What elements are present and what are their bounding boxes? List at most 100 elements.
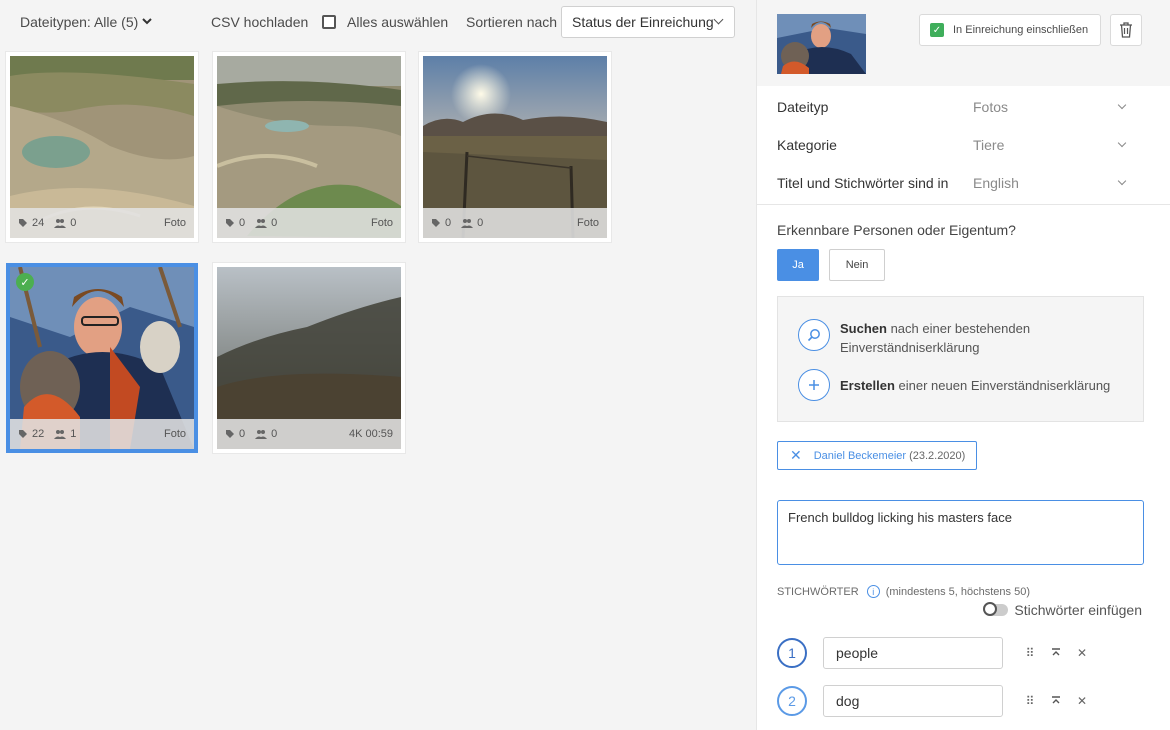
people-count: 0 xyxy=(255,428,277,440)
release-date: (23.2.2020) xyxy=(909,449,966,462)
asset-tile[interactable]: 0 0 Foto xyxy=(419,52,611,242)
tag-icon xyxy=(432,219,440,227)
recognizable-question: Erkennbare Personen oder Eigentum? xyxy=(777,222,1016,238)
tile-info-bar: 0 0 Foto xyxy=(423,208,607,238)
no-button[interactable]: Nein xyxy=(829,249,885,281)
remove-keyword-icon[interactable]: ✕ xyxy=(1069,694,1095,708)
toggle-switch-icon xyxy=(983,602,1009,616)
select-all-checkbox[interactable]: Alles auswählen xyxy=(322,14,448,30)
toolbar: Dateitypen: Alle (5) CSV hochladen Alles… xyxy=(0,0,756,44)
csv-upload-button[interactable]: CSV hochladen xyxy=(211,14,308,30)
move-to-top-icon[interactable] xyxy=(1043,694,1069,708)
keywords-hint: (mindestens 5, höchstens 50) xyxy=(885,585,1030,598)
drag-handle-icon[interactable]: ⠿ xyxy=(1017,646,1043,660)
asset-tile[interactable]: 0 0 4K 00:59 xyxy=(213,263,405,453)
field-value: Tiere xyxy=(973,137,1005,153)
yes-button[interactable]: Ja xyxy=(777,249,819,281)
create-bold: Erstellen xyxy=(840,377,895,393)
people-count: 1 xyxy=(54,428,76,440)
chevron-down-icon xyxy=(1117,138,1127,148)
keyword-row: 1 people ⠿ ✕ xyxy=(777,636,1097,670)
release-person-name: Daniel Beckemeier xyxy=(813,449,907,462)
asset-type-label: Foto xyxy=(370,217,393,229)
search-bold: Suchen xyxy=(840,321,887,336)
keyword-index: 2 xyxy=(777,686,807,716)
keyword-count: 0 xyxy=(431,217,451,229)
language-dropdown[interactable]: Titel und Stichwörter sind in English xyxy=(777,168,1141,198)
keyword-count: 24 xyxy=(18,217,44,229)
filetype-dropdown[interactable]: Dateityp Fotos xyxy=(777,92,1141,122)
info-icon[interactable]: i xyxy=(866,585,880,598)
divider xyxy=(757,204,1170,205)
checkbox-icon xyxy=(322,15,336,29)
keyword-count: 22 xyxy=(18,428,44,440)
create-text: einer neuen Einverständniserklärung xyxy=(894,377,1111,393)
delete-button[interactable] xyxy=(1110,14,1142,46)
chevron-down-icon xyxy=(713,14,724,25)
include-label: In Einreichung einschließen xyxy=(953,24,1089,36)
sort-dropdown-value: Status der Einreichung xyxy=(572,14,714,30)
chevron-down-icon xyxy=(142,17,153,28)
create-release-link[interactable]: Erstellen einer neuen Einverständniserkl… xyxy=(798,369,1110,401)
sort-label: Sortieren nach xyxy=(466,14,558,30)
tag-icon xyxy=(19,219,27,227)
keywords-title: STICHWÖRTER xyxy=(777,585,859,598)
details-panel: ✓ In Einreichung einschließen Dateityp F… xyxy=(756,0,1170,730)
chevron-down-icon xyxy=(1117,176,1127,186)
people-icon xyxy=(461,219,474,228)
tag-icon xyxy=(226,430,234,438)
asset-tile[interactable]: 24 0 Foto xyxy=(6,52,198,242)
asset-tile[interactable]: 0 0 Foto xyxy=(213,52,405,242)
selected-asset-preview xyxy=(777,14,866,74)
asset-type-label: 4K 00:59 xyxy=(348,428,393,440)
model-release-tag[interactable]: ✕ Daniel Beckemeier (23.2.2020) xyxy=(777,441,977,470)
remove-keyword-icon[interactable]: ✕ xyxy=(1069,646,1095,660)
people-count: 0 xyxy=(461,217,483,229)
filetype-filter[interactable]: Dateitypen: Alle (5) xyxy=(20,14,153,30)
people-icon xyxy=(54,219,67,228)
people-icon xyxy=(255,430,268,439)
sort-dropdown[interactable]: Status der Einreichung xyxy=(561,6,735,38)
keyword-input[interactable]: dog xyxy=(823,685,1003,717)
tag-icon xyxy=(226,219,234,227)
chevron-down-icon xyxy=(1117,100,1127,110)
keyword-index: 1 xyxy=(777,638,807,668)
asset-type-label: Foto xyxy=(163,217,186,229)
tile-info-bar: 0 0 Foto xyxy=(217,208,401,238)
keyword-count: 0 xyxy=(225,217,245,229)
tile-info-bar: 22 1 Foto xyxy=(10,419,194,449)
plus-icon xyxy=(798,369,830,401)
tile-info-bar: 0 0 4K 00:59 xyxy=(217,419,401,449)
people-count: 0 xyxy=(255,217,277,229)
search-icon xyxy=(798,319,830,351)
title-textarea[interactable]: French bulldog licking his masters face xyxy=(777,500,1144,565)
people-icon xyxy=(54,430,67,439)
field-label: Dateityp xyxy=(777,99,829,115)
search-release-link[interactable]: Suchen nach einer bestehenden Einverstän… xyxy=(798,319,1100,357)
drag-handle-icon[interactable]: ⠿ xyxy=(1017,694,1043,708)
keyword-row: 2 dog ⠿ ✕ xyxy=(777,684,1097,718)
trash-icon xyxy=(1120,22,1132,38)
select-all-label: Alles auswählen xyxy=(347,14,449,30)
asset-type-label: Foto xyxy=(576,217,599,229)
close-icon[interactable]: ✕ xyxy=(790,447,802,464)
toggle-label: Stichwörter einfügen xyxy=(1014,602,1142,618)
selected-check-icon: ✓ xyxy=(16,273,34,291)
keyword-count: 0 xyxy=(225,428,245,440)
field-value: English xyxy=(973,175,1019,191)
field-label: Titel und Stichwörter sind in xyxy=(777,175,949,191)
tile-info-bar: 24 0 Foto xyxy=(10,208,194,238)
include-in-submission-toggle[interactable]: ✓ In Einreichung einschließen xyxy=(919,14,1101,46)
paste-keywords-toggle[interactable]: Stichwörter einfügen xyxy=(983,602,1142,618)
asset-type-label: Foto xyxy=(163,428,186,440)
people-count: 0 xyxy=(54,217,76,229)
category-dropdown[interactable]: Kategorie Tiere xyxy=(777,130,1141,160)
field-label: Kategorie xyxy=(777,137,837,153)
keywords-header: STICHWÖRTER i (mindestens 5, höchstens 5… xyxy=(777,585,1030,598)
asset-grid-area: Dateitypen: Alle (5) CSV hochladen Alles… xyxy=(0,0,756,730)
field-value: Fotos xyxy=(973,99,1009,115)
asset-tile-selected[interactable]: ✓ 22 1 Foto xyxy=(6,263,198,453)
keyword-input[interactable]: people xyxy=(823,637,1003,669)
move-to-top-icon[interactable] xyxy=(1043,646,1069,660)
filetype-filter-label: Dateitypen: Alle (5) xyxy=(20,14,139,30)
